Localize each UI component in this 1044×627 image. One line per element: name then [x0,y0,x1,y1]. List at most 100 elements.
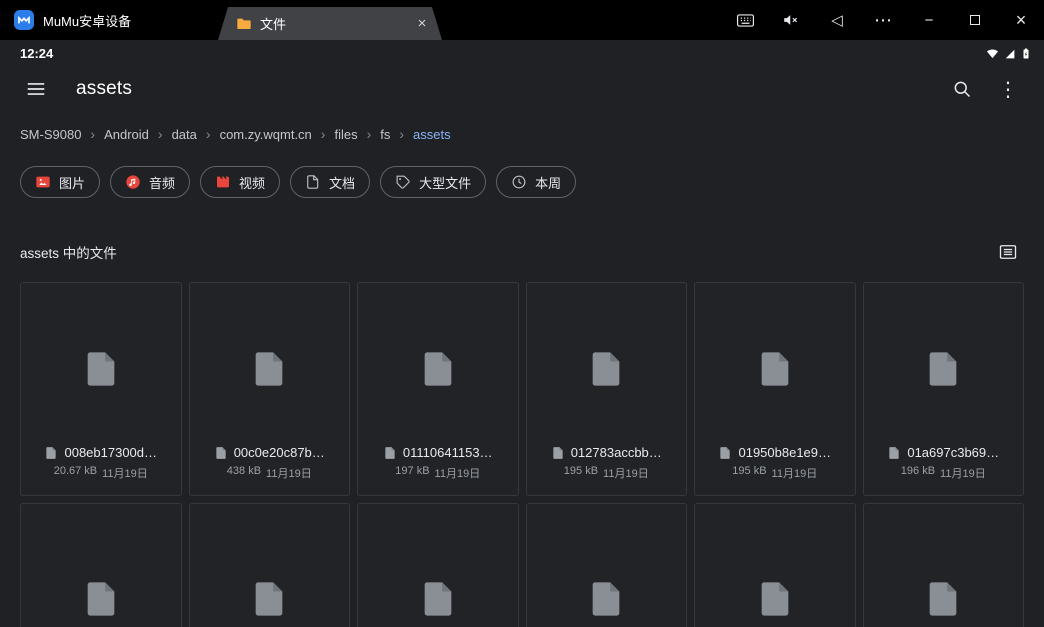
clock-icon [511,174,527,190]
file-card[interactable]: 008eb17300d… 20.67 kB 11月19日 [20,282,182,496]
file-date: 11月19日 [102,468,148,480]
file-card[interactable]: 01a697c3b69… 196 kB 11月19日 [862,282,1024,496]
search-icon[interactable] [946,73,978,105]
file-card[interactable]: 00c0e20c87b… 438 kB 11月19日 [188,282,350,496]
file-mini-icon [718,446,732,460]
breadcrumb: SM-S9080 › Android › data › com.zy.wqmt.cn › fil… [0,112,1044,150]
file-card[interactable] [188,503,350,627]
file-name: 01950b8e1e9… [738,445,832,460]
files-app-tab[interactable]: 文件 × [218,7,442,40]
filter-chip[interactable]: 大型文件 [380,166,487,198]
breadcrumb-chevron-icon: › [399,126,405,142]
wifi-icon [986,47,999,60]
file-card[interactable] [525,503,687,627]
video-icon [215,174,231,190]
breadcrumb-item[interactable]: data [172,127,197,142]
status-icons [986,46,1032,61]
filter-chip[interactable]: 音频 [110,166,191,198]
page-title: assets [76,78,133,99]
file-card[interactable] [694,503,856,627]
app-bar-actions: ⋮ [946,73,1024,105]
menu-icon[interactable] [20,73,52,105]
close-button[interactable]: × [998,0,1044,40]
volume-muted-icon[interactable] [768,0,814,40]
file-mini-icon [887,446,901,460]
image-icon [35,174,51,190]
file-icon [864,504,1024,627]
file-icon [864,283,1024,445]
file-card[interactable] [862,503,1024,627]
breadcrumb-chevron-icon: › [205,126,211,142]
battery-icon [1020,46,1032,61]
file-size: 197 kB [395,465,430,477]
tab-label: 文件 [260,17,287,32]
android-status-bar: 12:24 [0,40,1044,66]
status-time: 12:24 [20,45,54,61]
file-date: 11月19日 [266,468,312,480]
more-vertical-icon[interactable]: ⋮ [992,73,1024,105]
folder-icon [236,16,252,32]
emulator-titlebar: MuMu安卓设备 文件 × ◁ ⋯ − × [0,0,1044,40]
tab-close-icon[interactable]: × [412,15,432,32]
file-icon [358,283,518,445]
emulator-branding: MuMu安卓设备 [0,10,131,30]
file-card[interactable]: 01110641153… 197 kB 11月19日 [357,282,519,496]
file-name: 012783accbb… [570,445,662,460]
maximize-button[interactable] [952,0,998,40]
doc-icon [305,174,321,190]
file-card[interactable] [357,503,519,627]
file-mini-icon [383,446,397,460]
file-date: 11月19日 [771,468,818,480]
file-size: 195 kB [732,465,767,477]
breadcrumb-chevron-icon: › [366,126,372,142]
breadcrumb-item[interactable]: com.zy.wqmt.cn [220,127,312,142]
app-bar: assets ⋮ [0,66,1044,112]
file-icon [21,504,181,627]
file-name: 00c0e20c87b… [233,445,325,460]
file-icon [527,504,687,627]
file-mini-icon [214,446,228,460]
file-size: 20.67 kB [53,465,98,477]
breadcrumb-chevron-icon: › [90,126,96,142]
file-size: 196 kB [900,465,936,477]
file-date: 11月19日 [603,468,649,480]
file-mini-icon [551,446,565,460]
file-icon [21,283,181,445]
breadcrumb-chevron-icon: › [157,126,163,142]
audio-icon [125,174,141,190]
cellular-signal-icon [1003,47,1016,60]
filter-chip[interactable]: 文档 [290,166,371,198]
file-card[interactable]: 01950b8e1e9… 195 kB 11月19日 [694,282,856,496]
filter-chip[interactable]: 图片 [20,166,101,198]
file-size: 195 kB [563,465,599,477]
file-icon [695,283,855,445]
file-date: 11月19日 [434,468,481,480]
file-name: 008eb17300d… [64,445,158,460]
filter-chip[interactable]: 视频 [200,166,281,198]
view-toggle-icon[interactable] [992,236,1024,268]
mumu-logo-icon [14,10,34,30]
section-title: assets 中的文件 [20,246,117,261]
file-icon [190,504,350,627]
file-icon [358,504,518,627]
file-icon [527,283,687,445]
breadcrumb-item[interactable]: fs [380,127,390,142]
keyboard-icon[interactable] [722,0,768,40]
breadcrumb-item[interactable]: Android [104,127,149,142]
file-icon [190,283,350,445]
minimize-button[interactable]: − [906,0,952,40]
file-name: 01110641153… [402,445,493,460]
filter-chip[interactable]: 本周 [496,166,577,198]
breadcrumb-item[interactable]: SM-S9080 [20,127,81,142]
breadcrumb-item[interactable]: files [334,127,357,142]
file-grid: 008eb17300d… 20.67 kB 11月19日 00c0e20c87b… [20,282,1024,627]
file-card[interactable]: 012783accbb… 195 kB 11月19日 [525,282,687,496]
breadcrumb-item[interactable]: assets [413,127,451,142]
file-date: 11月19日 [940,468,986,480]
more-horizontal-icon[interactable]: ⋯ [860,0,906,40]
emulator-title: MuMu安卓设备 [43,13,132,29]
back-icon[interactable]: ◁ [814,0,860,40]
maximize-icon [970,15,980,25]
file-card[interactable] [20,503,182,627]
file-name: 01a697c3b69… [907,445,1000,460]
